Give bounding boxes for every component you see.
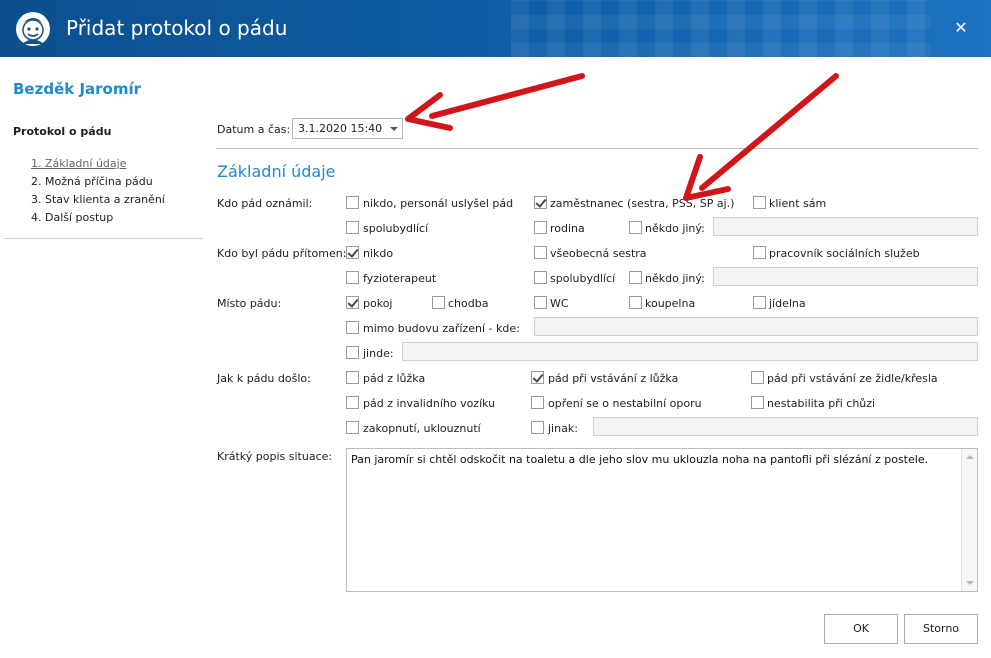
checkbox-jinde[interactable]	[346, 346, 359, 359]
description-scrollbar[interactable]	[961, 449, 977, 591]
group-title: Základní údaje	[217, 162, 336, 181]
sidebar-item-zakladni-udaje[interactable]: 1. Základní údaje	[31, 157, 126, 170]
sidebar-item-stav-klienta[interactable]: 3. Stav klienta a zranění	[31, 193, 165, 206]
checkbox-opreni-oporu[interactable]	[531, 396, 544, 409]
option-label: zakopnutí, uklouznutí	[363, 422, 481, 435]
datetime-picker[interactable]: 3.1.2020 15:40	[292, 118, 403, 139]
option-label: pracovník sociálních služeb	[769, 247, 920, 260]
place-label: Místo pádu:	[217, 297, 282, 310]
option-label: jinde:	[363, 347, 394, 360]
checkbox-koupelna[interactable]	[629, 296, 642, 309]
reported-by-label: Kdo pád oznámil:	[217, 197, 313, 210]
checkbox-nestabilita-chuze[interactable]	[751, 396, 764, 409]
present-other-input[interactable]	[713, 267, 978, 286]
checkbox-jinak[interactable]	[531, 421, 544, 434]
checkbox-pad-z-luzka[interactable]	[346, 371, 359, 384]
checkbox-spolubydlici[interactable]	[346, 221, 359, 234]
option-label: spolubydlící	[363, 222, 429, 235]
checkbox-jidelna[interactable]	[753, 296, 766, 309]
checkbox-wc[interactable]	[534, 296, 547, 309]
cancel-button[interactable]: Storno	[904, 614, 978, 644]
option-label: mimo budovu zařízení - kde:	[363, 322, 520, 335]
how-other-input[interactable]	[593, 417, 978, 436]
option-label: pád při vstávání ze židle/křesla	[767, 372, 938, 385]
datetime-value: 3.1.2020 15:40	[298, 122, 383, 135]
option-label: zaměstnanec (sestra, PSS, SP aj.)	[550, 197, 735, 210]
option-label: nestabilita při chůzi	[767, 397, 876, 410]
close-icon[interactable]: ✕	[952, 19, 970, 37]
option-label: nikdo, personál uslyšel pád	[363, 197, 514, 210]
sidebar-item-pricina-padu[interactable]: 2. Možná příčina pádu	[31, 175, 153, 188]
option-label: pád z invalidního vozíku	[363, 397, 496, 410]
checkbox-mimo-budovu[interactable]	[346, 321, 359, 334]
checkbox-rodina[interactable]	[534, 221, 547, 234]
checkbox-pad-z-voziku[interactable]	[346, 396, 359, 409]
titlebar-pattern	[511, 0, 931, 57]
sidebar-divider	[4, 238, 203, 239]
checkbox-pad-pri-vstavani-luzko[interactable]	[531, 371, 544, 384]
place-other-input[interactable]	[402, 342, 978, 361]
checkbox-nekdo-jiny[interactable]	[629, 221, 642, 234]
scroll-down-icon[interactable]	[966, 581, 974, 585]
option-label: rodina	[550, 222, 585, 235]
option-label: klient sám	[769, 197, 827, 210]
option-label: opření se o nestabilní oporu	[548, 397, 702, 410]
window-title: Přidat protokol o pádu	[66, 16, 288, 40]
section-divider	[216, 148, 978, 149]
option-label: jinak:	[548, 422, 578, 435]
checkbox-nekdo-jiny-pritomen[interactable]	[629, 271, 642, 284]
option-label: pokoj	[363, 297, 393, 310]
present-label: Kdo byl pádu přítomen:	[217, 247, 347, 260]
checkbox-chodba[interactable]	[432, 296, 445, 309]
sidebar-section-title: Protokol o pádu	[13, 125, 112, 138]
title-bar: Přidat protokol o pádu ✕	[0, 0, 991, 57]
option-label: pád z lůžka	[363, 372, 426, 385]
sidebar-item-dalsi-postup[interactable]: 4. Další postup	[31, 211, 113, 224]
client-name: Bezděk Jaromír	[13, 80, 142, 98]
checkbox-vseobecna-sestra[interactable]	[534, 246, 547, 259]
option-label: WC	[550, 297, 569, 310]
option-label: někdo jiný:	[645, 272, 705, 285]
option-label: někdo jiný:	[645, 222, 705, 235]
chevron-down-icon[interactable]	[390, 127, 398, 131]
description-text: Pan jaromír si chtěl odskočit na toaletu…	[351, 453, 929, 466]
option-label: pád při vstávání z lůžka	[548, 372, 679, 385]
app-logo-icon	[16, 12, 50, 46]
option-label: spolubydlící	[550, 272, 616, 285]
arrow-to-datetime-icon	[405, 73, 585, 131]
checkbox-klient-sam[interactable]	[753, 196, 766, 209]
description-textarea[interactable]: Pan jaromír si chtěl odskočit na toaletu…	[346, 448, 978, 592]
checkbox-pad-pri-vstavani-zidle[interactable]	[751, 371, 764, 384]
option-label: nikdo	[363, 247, 394, 260]
reported-by-other-input[interactable]	[713, 217, 978, 236]
description-label: Krátký popis situace:	[217, 450, 333, 463]
option-label: koupelna	[645, 297, 696, 310]
option-label: jídelna	[769, 297, 806, 310]
option-label: chodba	[448, 297, 489, 310]
arrow-to-employee-checkbox-icon	[683, 73, 839, 201]
ok-button[interactable]: OK	[824, 614, 898, 644]
checkbox-nikdo[interactable]	[346, 246, 359, 259]
datetime-label: Datum a čas:	[217, 123, 291, 136]
option-label: fyzioterapeut	[363, 272, 437, 285]
option-label: všeobecná sestra	[550, 247, 647, 260]
sidebar: Bezděk Jaromír Protokol o pádu 1. Základ…	[0, 57, 205, 658]
checkbox-zamestnanec[interactable]	[534, 196, 547, 209]
scroll-up-icon[interactable]	[966, 455, 974, 459]
checkbox-nikdo-uslysel[interactable]	[346, 196, 359, 209]
checkbox-pracovnik-soc[interactable]	[753, 246, 766, 259]
place-outside-input[interactable]	[534, 317, 978, 336]
how-label: Jak k pádu došlo:	[217, 372, 311, 385]
checkbox-spolubydlici-pritomen[interactable]	[534, 271, 547, 284]
checkbox-fyzioterapeut[interactable]	[346, 271, 359, 284]
checkbox-zakopnuti[interactable]	[346, 421, 359, 434]
checkbox-pokoj[interactable]	[346, 296, 359, 309]
